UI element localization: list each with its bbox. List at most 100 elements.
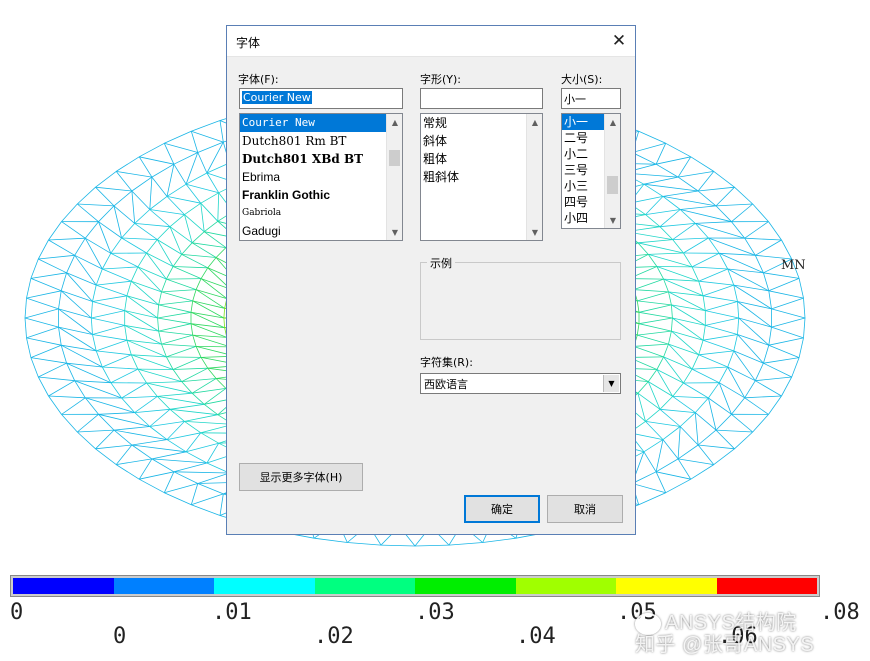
close-button[interactable]: ✕: [609, 31, 629, 51]
font-list-item[interactable]: Dutch801 XBd BT: [240, 150, 402, 168]
mesh-line: [84, 397, 99, 415]
chevron-down-icon[interactable]: ▼: [605, 212, 620, 228]
mesh-line: [680, 209, 732, 223]
mesh-line: [95, 171, 117, 188]
mesh-line: [173, 367, 208, 370]
mesh-line: [30, 344, 62, 358]
scroll-thumb[interactable]: [607, 176, 618, 194]
mesh-line: [314, 537, 348, 543]
chevron-down-icon[interactable]: ▼: [527, 224, 542, 240]
mesh-line: [659, 396, 673, 410]
mesh-line: [191, 130, 224, 143]
mesh-line: [744, 237, 782, 241]
mesh-line: [95, 444, 132, 450]
mesh-line: [130, 266, 139, 282]
mesh-line: [95, 448, 117, 465]
mesh-line: [37, 239, 49, 260]
font-name-value: Courier New: [242, 91, 312, 104]
legend-tick-lower-1: 0: [113, 624, 127, 649]
mesh-line: [139, 471, 174, 480]
legend-band-4: [314, 578, 415, 594]
mesh-line: [77, 429, 115, 433]
mesh-line: [677, 444, 699, 460]
font-size-input[interactable]: 小一: [561, 88, 621, 109]
mesh-line: [98, 412, 135, 415]
font-list-item[interactable]: Gabriola: [240, 204, 402, 222]
chevron-down-icon[interactable]: ▼: [387, 224, 402, 240]
mesh-line: [636, 323, 640, 336]
style-list-item[interactable]: 斜体: [421, 132, 542, 150]
font-list-item[interactable]: Dutch801 Rm BT: [240, 132, 402, 150]
mesh-line: [715, 414, 732, 431]
charset-value: 西欧语言: [424, 378, 468, 391]
chevron-up-icon[interactable]: ▲: [387, 114, 402, 130]
mesh-line: [30, 357, 67, 364]
mesh-line: [92, 301, 125, 311]
mesh-line: [126, 340, 132, 355]
font-style-list[interactable]: 常规 斜体 粗体 粗斜体 ▲ ▼: [420, 113, 543, 241]
mesh-line: [632, 142, 666, 153]
mesh-line: [692, 266, 728, 270]
mesh-line: [137, 252, 147, 268]
mesh-line: [184, 414, 218, 422]
mesh-line: [96, 280, 132, 286]
mesh-line: [157, 304, 159, 319]
font-list-item[interactable]: Courier New: [240, 114, 402, 132]
mesh-line: [173, 462, 208, 473]
mesh-line: [771, 317, 806, 328]
font-list-item[interactable]: Gadugi: [240, 222, 402, 240]
mesh-line: [60, 272, 67, 291]
font-size-list[interactable]: 小一 二号 小二 三号 小三 四号 小四 ▲ ▼: [561, 113, 621, 229]
font-name-input[interactable]: Courier New: [239, 88, 403, 109]
mesh-line: [115, 444, 133, 465]
mesh-line: [671, 304, 673, 319]
chevron-up-icon[interactable]: ▲: [605, 114, 620, 130]
mesh-line: [734, 186, 753, 205]
mesh-line: [77, 203, 115, 207]
font-list-scrollbar[interactable]: ▲ ▼: [386, 114, 402, 240]
mesh-line: [158, 291, 162, 305]
mesh-line: [668, 331, 672, 345]
mesh-line: [680, 205, 717, 210]
chevron-down-icon[interactable]: ▼: [603, 375, 619, 392]
font-list-item[interactable]: Ebrima: [240, 168, 402, 186]
style-list-item[interactable]: 粗体: [421, 150, 542, 168]
charset-select[interactable]: 西欧语言 ▼: [420, 373, 621, 394]
mesh-line: [134, 223, 171, 228]
font-list[interactable]: Courier New Dutch801 Rm BT Dutch801 XBd …: [239, 113, 403, 241]
mesh-line: [172, 357, 202, 370]
mesh-line: [92, 285, 97, 302]
mesh-line: [752, 414, 769, 433]
mesh-line: [48, 395, 62, 415]
mesh-line: [192, 289, 197, 302]
mesh-line: [655, 163, 679, 178]
style-list-item[interactable]: 粗斜体: [421, 168, 542, 186]
mesh-line: [37, 376, 49, 397]
scroll-thumb[interactable]: [389, 150, 400, 166]
mesh-line: [713, 448, 735, 465]
mesh-line: [48, 221, 62, 241]
mesh-line: [702, 339, 734, 352]
chevron-up-icon[interactable]: ▲: [527, 114, 542, 130]
font-list-item[interactable]: Franklin Gothic: [240, 186, 402, 204]
mesh-line: [672, 382, 684, 397]
mesh-line: [92, 295, 127, 302]
mesh-line: [91, 310, 125, 319]
mesh-line: [190, 323, 194, 336]
mesh-line: [633, 346, 664, 358]
mesh-line: [192, 300, 225, 309]
cancel-button[interactable]: 取消: [547, 495, 623, 523]
mesh-line: [768, 344, 800, 358]
mesh-line: [734, 431, 753, 450]
mesh-line: [166, 266, 174, 280]
legend-band-6: [515, 578, 616, 594]
style-list-item[interactable]: 常规: [421, 114, 542, 132]
ok-button[interactable]: 确定: [464, 495, 540, 523]
mesh-line: [678, 458, 714, 465]
mesh-line: [697, 444, 715, 465]
mesh-line: [679, 412, 696, 427]
style-list-scrollbar[interactable]: ▲ ▼: [526, 114, 542, 240]
size-list-scrollbar[interactable]: ▲ ▼: [604, 114, 620, 228]
font-style-input[interactable]: [420, 88, 543, 109]
show-more-fonts-button[interactable]: 显示更多字体(H): [239, 463, 363, 491]
